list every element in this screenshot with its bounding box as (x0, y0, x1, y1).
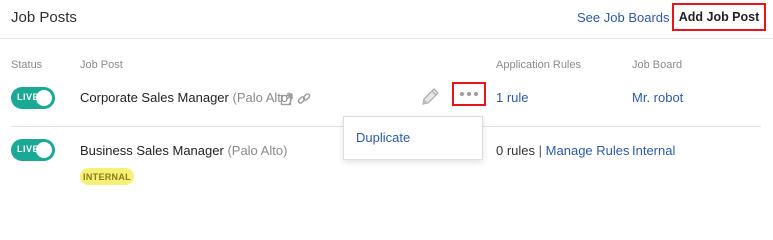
more-actions-button[interactable] (452, 82, 486, 106)
toggle-knob (36, 90, 52, 106)
column-header-status: Status (11, 59, 43, 71)
application-rules-link[interactable]: 1 rule (496, 90, 529, 105)
status-toggle[interactable]: LIVE (11, 139, 55, 161)
column-header-job-board: Job Board (632, 59, 683, 71)
job-post-location: (Palo Alto) (227, 143, 288, 158)
rules-count: 0 rules (496, 143, 536, 158)
column-header-application-rules: Application Rules (496, 59, 581, 71)
page-title: Job Posts (11, 9, 77, 26)
pencil-icon[interactable] (419, 86, 441, 113)
link-icon[interactable] (297, 92, 311, 111)
manage-rules-link[interactable]: Manage Rules (546, 143, 630, 158)
application-rules-cell: 0 rules | Manage Rules (496, 143, 630, 158)
toggle-knob (36, 142, 52, 158)
internal-badge: INTERNAL (80, 168, 134, 185)
external-link-icon[interactable] (280, 92, 294, 111)
actions-dropdown-menu: Duplicate (343, 116, 483, 160)
more-dots-icon (460, 92, 478, 96)
job-post-row: Business Sales Manager (Palo Alto) (80, 143, 287, 158)
job-post-row: Corporate Sales Manager (Palo Alto) (80, 90, 292, 105)
menu-item-duplicate[interactable]: Duplicate (356, 130, 410, 145)
job-board-link[interactable]: Mr. robot (632, 90, 683, 105)
add-job-post-button[interactable]: Add Job Post (672, 3, 766, 31)
job-post-title[interactable]: Corporate Sales Manager (80, 90, 229, 105)
rules-separator: | (538, 143, 543, 158)
see-job-boards-link[interactable]: See Job Boards (577, 10, 670, 25)
job-post-title[interactable]: Business Sales Manager (80, 143, 224, 158)
column-header-job-post: Job Post (80, 59, 123, 71)
status-toggle[interactable]: LIVE (11, 87, 55, 109)
job-board-link[interactable]: Internal (632, 143, 675, 158)
